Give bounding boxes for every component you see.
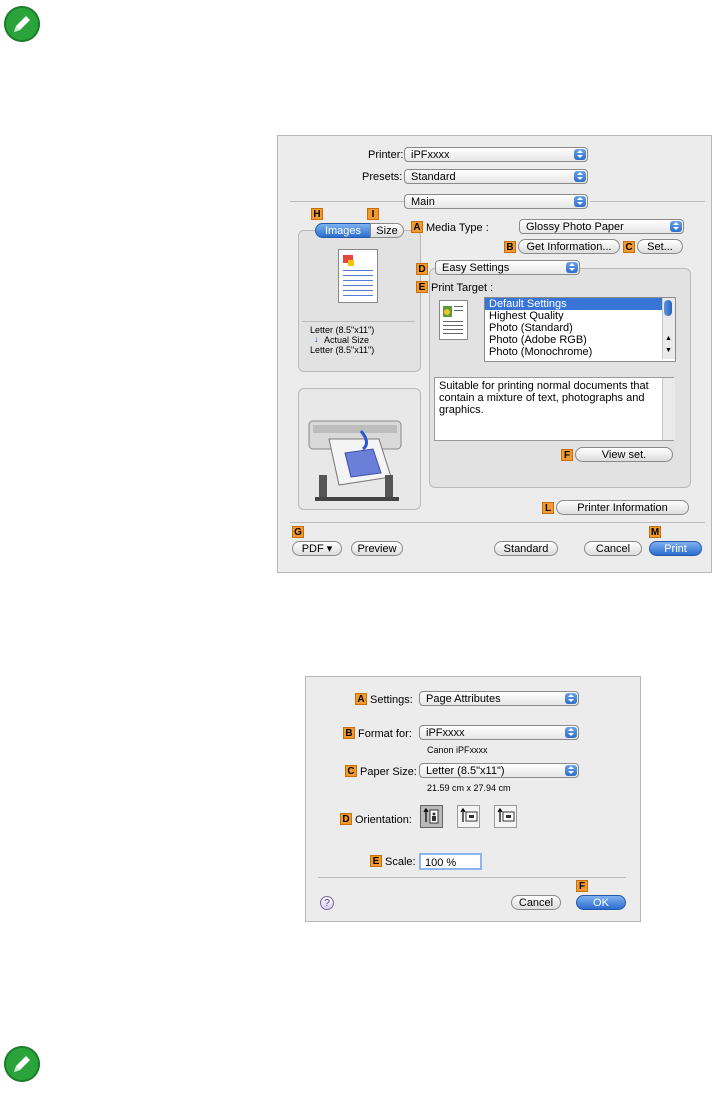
format-for-label: Format for: — [358, 728, 412, 740]
printer-information-button[interactable]: Printer Information — [556, 500, 689, 515]
page-preview-thumbnail — [338, 249, 378, 303]
pdf-button[interactable]: PDF ▾ — [292, 541, 342, 556]
set-button[interactable]: Set... — [637, 239, 683, 254]
print-target-preview-icon — [439, 300, 468, 340]
popup-arrow-icon — [670, 221, 682, 232]
paper-size-value: Letter (8.5"x11") — [426, 765, 505, 777]
cancel-button[interactable]: Cancel — [511, 895, 561, 910]
tag-f: F — [561, 449, 573, 461]
media-type-value: Glossy Photo Paper — [526, 221, 624, 233]
panel-popup[interactable]: Main — [404, 194, 588, 209]
paper-size-popup[interactable]: Letter (8.5"x11") — [419, 763, 579, 778]
popup-arrow-icon — [565, 727, 577, 738]
tag-a: A — [411, 221, 423, 233]
mode-value: Easy Settings — [442, 262, 510, 274]
print-button[interactable]: Print — [649, 541, 702, 556]
printer-value: iPFxxxx — [411, 149, 450, 161]
orientation-label: Orientation: — [355, 814, 412, 826]
tag-f: F — [576, 880, 588, 892]
media-type-popup[interactable]: Glossy Photo Paper — [519, 219, 684, 234]
tag-c: C — [345, 765, 357, 777]
print-dialog: Printer: iPFxxxx Presets: Standard Main … — [277, 135, 712, 573]
separator — [290, 201, 404, 202]
tag-d: D — [340, 813, 352, 825]
scale-label: Scale: — [385, 856, 416, 868]
settings-label: Settings: — [370, 694, 413, 706]
get-information-button[interactable]: Get Information... — [518, 239, 620, 254]
format-for-popup[interactable]: iPFxxxx — [419, 725, 579, 740]
help-icon[interactable]: ? — [320, 896, 334, 910]
separator — [290, 522, 705, 523]
list-item[interactable]: Photo (Monochrome) — [485, 346, 675, 358]
tag-g: G — [292, 526, 304, 538]
tag-c: C — [623, 241, 635, 253]
panel-value: Main — [411, 196, 435, 208]
printer-label: Printer: — [368, 149, 404, 161]
settings-value: Page Attributes — [426, 693, 501, 705]
list-scrollbar[interactable]: ▲ ▼ — [662, 298, 675, 359]
tag-l: L — [542, 502, 554, 514]
description-text: Suitable for printing normal documents t… — [434, 377, 674, 441]
presets-label: Presets: — [362, 171, 403, 183]
separator — [590, 201, 705, 202]
printer-illustration-panel — [298, 388, 421, 510]
tab-images[interactable]: Images — [315, 223, 371, 238]
paper-size-label: Paper Size: — [360, 766, 417, 778]
list-item[interactable]: Highest Quality — [485, 310, 675, 322]
cancel-button[interactable]: Cancel — [584, 541, 642, 556]
tag-e: E — [370, 855, 382, 867]
orientation-portrait-icon[interactable] — [420, 805, 443, 828]
format-for-value: iPFxxxx — [426, 727, 465, 739]
list-item[interactable]: Photo (Adobe RGB) — [485, 334, 675, 346]
presets-popup[interactable]: Standard — [404, 169, 588, 184]
settings-popup[interactable]: Page Attributes — [419, 691, 579, 706]
presets-value: Standard — [411, 171, 456, 183]
print-target-list[interactable]: Default Settings Highest Quality Photo (… — [484, 297, 676, 362]
orientation-landscape-icon[interactable] — [457, 805, 480, 828]
list-item[interactable]: Photo (Standard) — [485, 322, 675, 334]
tag-i: I — [367, 208, 379, 220]
popup-arrow-icon — [574, 171, 586, 182]
tag-h: H — [311, 208, 323, 220]
popup-arrow-icon — [574, 196, 586, 207]
scale-input[interactable]: 100 % — [419, 853, 482, 870]
printer-illustration-icon — [308, 420, 402, 501]
scroll-thumb[interactable] — [664, 300, 672, 316]
scroll-down-icon[interactable]: ▼ — [665, 347, 672, 354]
preview-button[interactable]: Preview — [351, 541, 403, 556]
popup-arrow-icon — [574, 149, 586, 160]
view-set-button[interactable]: View set. — [575, 447, 673, 462]
popup-arrow-icon — [565, 765, 577, 776]
format-for-description: Canon iPFxxxx — [427, 745, 488, 755]
printer-popup[interactable]: iPFxxxx — [404, 147, 588, 162]
popup-arrow-icon — [566, 262, 578, 273]
description-scrollbar[interactable] — [662, 378, 675, 440]
separator — [318, 877, 626, 878]
paper-size-dimensions: 21.59 cm x 27.94 cm — [427, 783, 511, 793]
paper-info-output: Letter (8.5"x11") — [310, 345, 375, 355]
popup-arrow-icon — [565, 693, 577, 704]
standard-button[interactable]: Standard — [494, 541, 558, 556]
media-type-label: Media Type : — [426, 222, 489, 234]
paper-info-source: Letter (8.5"x11") — [310, 325, 375, 335]
paper-info-scale: Actual Size — [324, 335, 370, 345]
list-item[interactable]: Default Settings — [485, 298, 675, 310]
separator — [302, 321, 415, 322]
orientation-reverse-landscape-icon[interactable] — [494, 805, 517, 828]
ok-button[interactable]: OK — [576, 895, 626, 910]
tag-b: B — [504, 241, 516, 253]
tab-size[interactable]: Size — [370, 223, 404, 238]
tag-a: A — [355, 693, 367, 705]
arrow-down-icon: ↓ — [314, 334, 319, 344]
tag-e: E — [416, 281, 428, 293]
mode-popup[interactable]: Easy Settings — [435, 260, 580, 275]
scroll-up-icon[interactable]: ▲ — [665, 335, 672, 342]
note-pencil-icon — [4, 1046, 40, 1082]
note-pencil-icon — [4, 6, 40, 42]
tag-m: M — [649, 526, 661, 538]
tag-b: B — [343, 727, 355, 739]
tag-d: D — [416, 263, 428, 275]
page-setup-dialog: A Settings: Page Attributes B Format for… — [305, 676, 641, 922]
print-target-label: Print Target : — [431, 282, 494, 294]
